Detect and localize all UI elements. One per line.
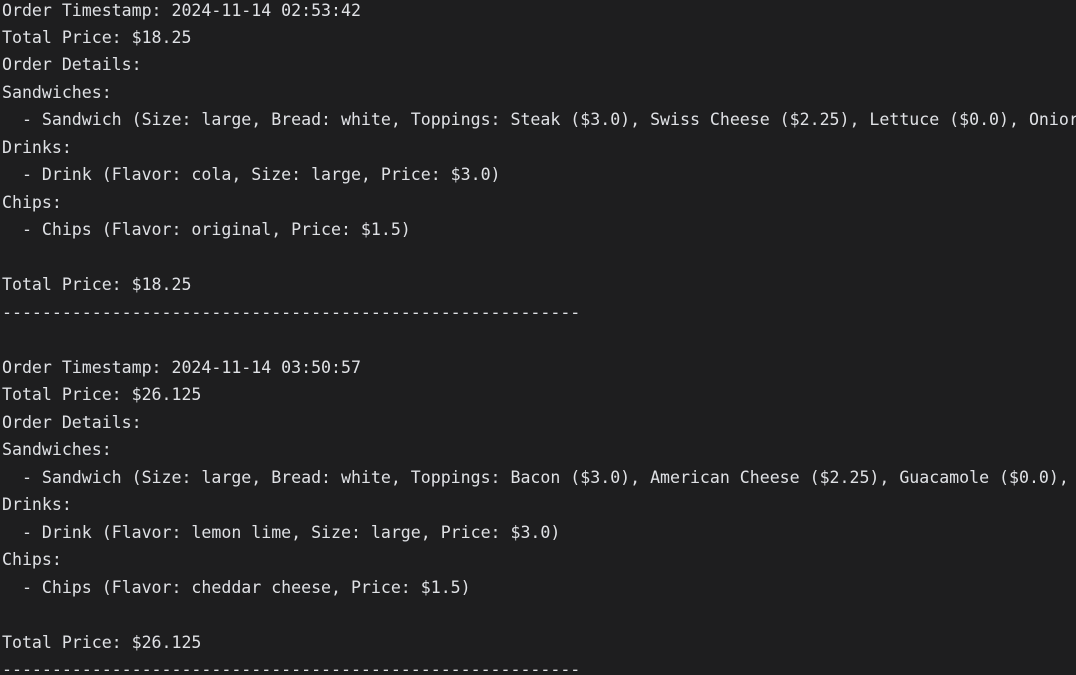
console-output: Order Timestamp: 2024-11-14 02:53:42 Tot…: [0, 0, 1076, 675]
total-price: Total Price: $18.25: [2, 275, 192, 294]
separator-line: ----------------------------------------…: [2, 660, 581, 675]
drink-item: - Drink (Flavor: cola, Size: large, Pric…: [2, 165, 501, 184]
total-price: Total Price: $26.125: [2, 385, 202, 404]
sandwich-item: - Sandwich (Size: large, Bread: white, T…: [2, 468, 1069, 487]
drinks-label: Drinks:: [2, 138, 72, 157]
sandwich-item: - Sandwich (Size: large, Bread: white, T…: [2, 110, 1076, 129]
drink-item: - Drink (Flavor: lemon lime, Size: large…: [2, 523, 561, 542]
chips-item: - Chips (Flavor: original, Price: $1.5): [2, 220, 411, 239]
order-details-label: Order Details:: [2, 55, 142, 74]
order-timestamp: Order Timestamp: 2024-11-14 03:50:57: [2, 358, 361, 377]
chips-item: - Chips (Flavor: cheddar cheese, Price: …: [2, 578, 471, 597]
order-details-label: Order Details:: [2, 413, 142, 432]
chips-label: Chips:: [2, 550, 62, 569]
total-price: Total Price: $18.25: [2, 28, 192, 47]
total-price: Total Price: $26.125: [2, 633, 202, 652]
sandwiches-label: Sandwiches:: [2, 83, 112, 102]
chips-label: Chips:: [2, 193, 62, 212]
separator-line: ----------------------------------------…: [2, 303, 581, 322]
drinks-label: Drinks:: [2, 495, 72, 514]
order-timestamp: Order Timestamp: 2024-11-14 02:53:42: [2, 1, 361, 20]
sandwiches-label: Sandwiches:: [2, 440, 112, 459]
